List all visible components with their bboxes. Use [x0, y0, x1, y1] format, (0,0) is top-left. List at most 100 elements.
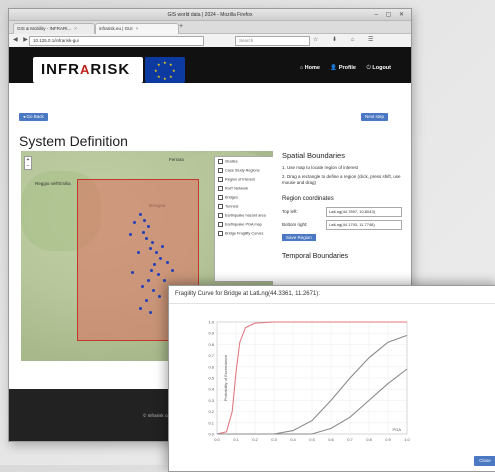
nav-home[interactable]: ⌂ Home	[300, 65, 320, 71]
header-nav: ⌂ Home 👤 Profile ⏻ Logout	[291, 65, 391, 72]
nav-logout[interactable]: ⏻ Logout	[366, 65, 391, 71]
tab-label: infrarisk.eu | GUI	[99, 26, 133, 31]
bridge-marker[interactable]	[139, 213, 142, 216]
bridge-marker[interactable]	[171, 269, 174, 272]
window-title: GIS world data | 2024 - Mozilla Firefox	[167, 12, 253, 18]
site-header: INFRARISK ★ ★ ★ ★ ★ ★ ★ ★ ⌂ Home 👤 Profile ⏻ …	[9, 47, 411, 83]
y-tick-label: 0.2	[208, 409, 214, 414]
save-region-button[interactable]: Save Region	[282, 234, 316, 241]
layer-item[interactable]: RoIT Network	[215, 184, 273, 193]
y-tick-label: 0.7	[208, 353, 214, 358]
title-bar: GIS world data | 2024 - Mozilla Firefox …	[9, 9, 411, 21]
layer-item[interactable]: Tunnels	[215, 202, 273, 211]
nav-bar: ◀ ▶ 10.125.0.1/infrarisk-gui Search ☆ ⬇ …	[9, 34, 411, 48]
infrarisk-logo[interactable]: INFRARISK	[33, 57, 143, 83]
y-tick-label: 1.0	[208, 320, 214, 325]
tab-gis[interactable]: GIS & Mobility - INFRARI... ×	[13, 23, 95, 34]
layer-item[interactable]: Earthquake PGA map	[215, 220, 273, 229]
region-coords-title: Region coordinates	[282, 196, 334, 202]
bridge-marker[interactable]	[133, 221, 136, 224]
tab-infrarisk[interactable]: infrarisk.eu | GUI ×	[95, 23, 179, 34]
bridge-marker[interactable]	[137, 251, 140, 254]
bridge-marker[interactable]	[163, 279, 166, 282]
url-input[interactable]: 10.125.0.1/infrarisk-gui	[29, 36, 204, 46]
bridge-marker[interactable]	[151, 241, 154, 244]
close-icon[interactable]: ×	[136, 26, 139, 31]
fragility-chart: 0.0 0.1 0.2 0.3 0.4 0.5 0.6 0.7 0.8 0.9 1.0 0.0 0.1 0…	[208, 320, 410, 443]
layer-item[interactable]: Bridges	[215, 193, 273, 202]
logo-text-right: RISK	[90, 61, 131, 78]
fragility-curve-dialog: Fragility Curve for Bridge at LatLng(44.…	[168, 285, 495, 472]
bridge-marker[interactable]	[149, 247, 152, 250]
top-left-label: Top left:	[282, 209, 298, 214]
close-icon[interactable]: ×	[74, 26, 77, 31]
dialog-title: Fragility Curve for Bridge at LatLng(44.…	[175, 291, 320, 297]
y-tick-label: 0.9	[208, 331, 214, 336]
spatial-panel: Spatial Boundaries 1. Use map to locate …	[282, 151, 406, 265]
x-tick-label: 0.7	[347, 437, 353, 442]
bridge-marker[interactable]	[145, 237, 148, 240]
x-tick-label: 0.4	[290, 437, 296, 442]
x-tick-label: 0.1	[233, 437, 239, 442]
bridge-marker[interactable]	[150, 269, 153, 272]
bottom-right-field[interactable]: LatLng(44.1793, 11.7748)	[326, 220, 402, 230]
bridge-marker[interactable]	[149, 311, 152, 314]
bottom-right-label: Bottom right:	[282, 222, 308, 227]
layer-control[interactable]: Studies Case Study Regions Region of Int…	[214, 156, 273, 282]
map-city-label: Ferrara	[169, 157, 184, 162]
eu-flag-icon: ★ ★ ★ ★ ★ ★ ★ ★	[145, 57, 185, 83]
x-tick-label: 0.6	[328, 437, 334, 442]
layer-item[interactable]: Region of Interest	[215, 175, 273, 184]
zoom-control[interactable]: + −	[24, 156, 32, 170]
back-button[interactable]: ◂ Go Back	[19, 113, 48, 121]
map-city-label: Reggio nell'Emilia	[35, 181, 71, 186]
bridge-marker[interactable]	[155, 251, 158, 254]
divider	[169, 303, 495, 304]
layer-item[interactable]: Bridge Fragility Curves	[215, 229, 273, 238]
bridge-marker[interactable]	[153, 263, 156, 266]
page-title: System Definition	[19, 133, 128, 149]
bridge-marker[interactable]	[142, 231, 145, 234]
y-tick-label: 0.8	[208, 342, 214, 347]
nav-profile[interactable]: 👤 Profile	[330, 65, 356, 71]
top-left-field[interactable]: LatLng(44.7897, 10.8043)	[326, 207, 402, 217]
bridge-marker[interactable]	[145, 299, 148, 302]
new-tab-icon[interactable]: +	[179, 23, 183, 30]
bridge-marker[interactable]	[152, 289, 155, 292]
bridge-marker[interactable]	[166, 261, 169, 264]
y-tick-label: 0.3	[208, 398, 214, 403]
step-text: 1. Use map to locate region of interest	[282, 165, 359, 170]
spatial-title: Spatial Boundaries	[282, 151, 345, 160]
x-tick-label: 1.0	[404, 437, 410, 442]
bridge-marker[interactable]	[147, 225, 150, 228]
window-controls[interactable]: – ▢ ✕	[375, 11, 407, 18]
layer-item[interactable]: Case Study Regions	[215, 166, 273, 175]
layer-item[interactable]: Earthquake hazard area	[215, 211, 273, 220]
bottom-right-row: Bottom right: LatLng(44.1793, 11.7748)	[282, 220, 406, 230]
bridge-marker[interactable]	[159, 257, 162, 260]
bridge-marker[interactable]	[131, 271, 134, 274]
x-tick-label: 0.0	[214, 437, 220, 442]
bridge-marker[interactable]	[141, 285, 144, 288]
search-input[interactable]: Search	[235, 36, 310, 46]
y-tick-label: 0.1	[208, 420, 214, 425]
x-tick-label: 0.2	[252, 437, 258, 442]
tab-label: GIS & Mobility - INFRARI...	[17, 26, 72, 31]
nav-buttons[interactable]: ◀ ▶	[13, 36, 30, 43]
bridge-marker[interactable]	[143, 219, 146, 222]
zoom-out-button[interactable]: −	[25, 163, 31, 169]
x-tick-label: 0.8	[366, 437, 372, 442]
bridge-marker[interactable]	[129, 233, 132, 236]
bridge-marker[interactable]	[161, 245, 164, 248]
x-tick-label: 0.3	[271, 437, 277, 442]
bridge-marker[interactable]	[157, 273, 160, 276]
top-left-row: Top left: LatLng(44.7897, 10.8043)	[282, 207, 406, 217]
tab-bar: GIS & Mobility - INFRARI... × infrarisk.e…	[9, 21, 411, 34]
bridge-marker[interactable]	[139, 307, 142, 310]
toolbar-icons[interactable]: ☆ ⬇ ⌂ ☰	[313, 36, 379, 43]
bridge-marker[interactable]	[147, 279, 150, 282]
layer-item[interactable]: Studies	[215, 157, 273, 166]
bridge-marker[interactable]	[158, 295, 161, 298]
logo-arc: A	[80, 62, 91, 77]
next-step-button[interactable]: Next step	[361, 113, 389, 121]
